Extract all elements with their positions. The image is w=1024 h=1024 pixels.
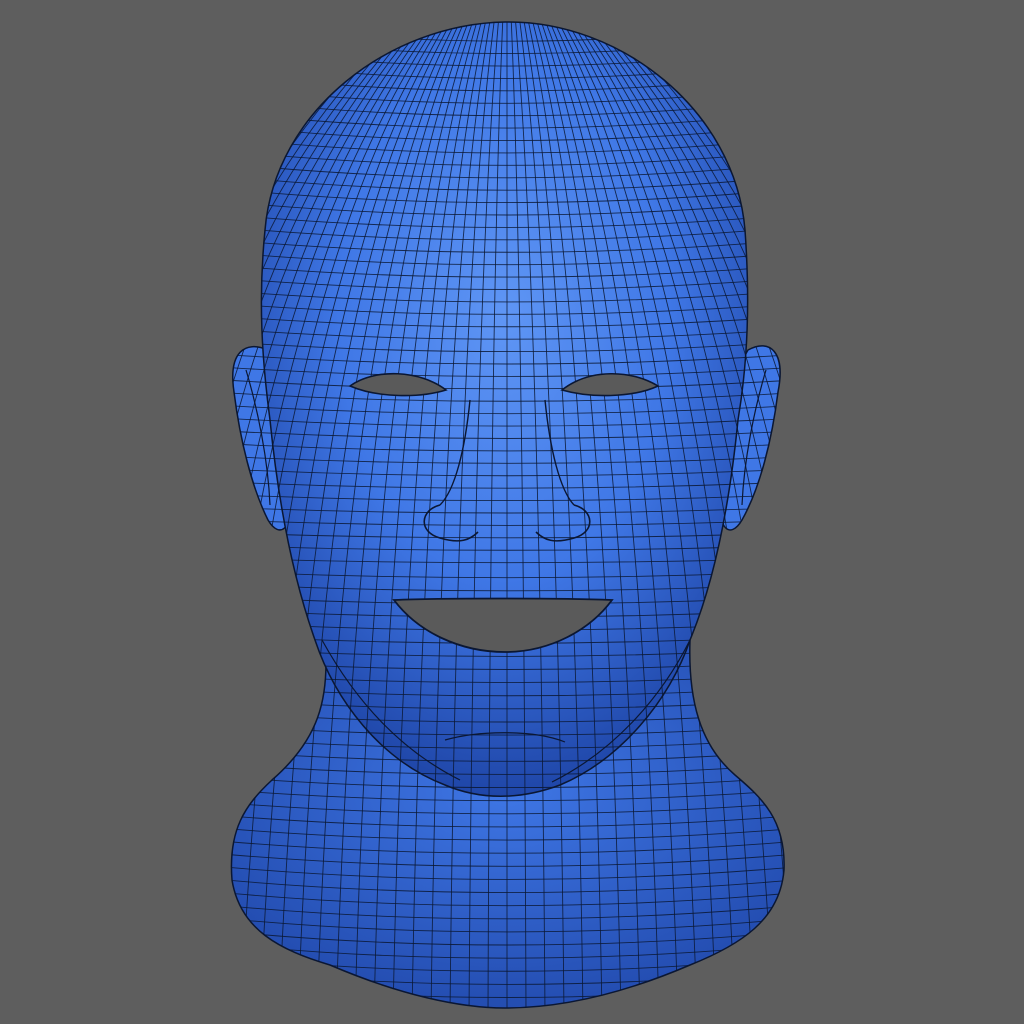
viewport-canvas[interactable] (0, 0, 1024, 1024)
3d-viewport[interactable] (0, 0, 1024, 1024)
